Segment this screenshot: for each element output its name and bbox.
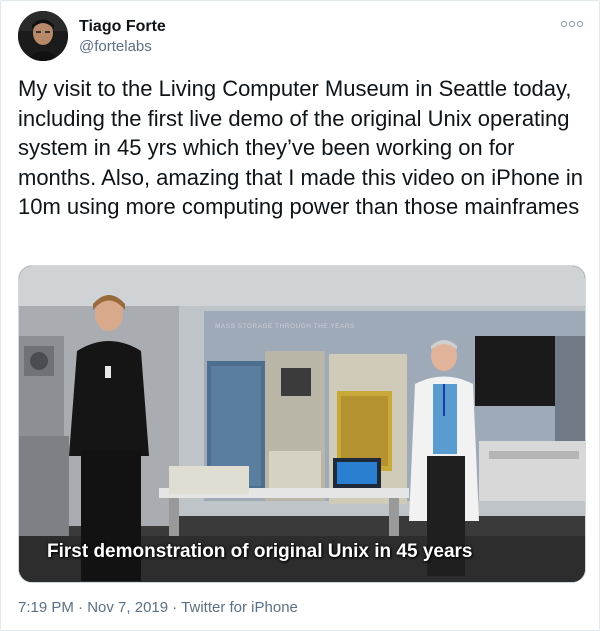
- tweet-card: Tiago Forte @fortelabs My visit to the L…: [0, 0, 600, 631]
- avatar-image: [18, 11, 68, 61]
- tweet-source[interactable]: Twitter for iPhone: [181, 599, 298, 616]
- video-wall-label: MASS STORAGE THROUGH THE YEARS: [215, 323, 355, 330]
- author-display-name[interactable]: Tiago Forte: [79, 17, 166, 37]
- tweet-video[interactable]: MASS STORAGE THROUGH THE YEARS First dem…: [18, 265, 586, 583]
- more-options-icon[interactable]: [561, 18, 583, 30]
- author-names: Tiago Forte @fortelabs: [79, 17, 166, 56]
- more-dot: [569, 21, 575, 27]
- tweet-header: Tiago Forte @fortelabs: [18, 11, 166, 61]
- meta-separator: ·: [73, 599, 88, 616]
- tweet-meta: 7:19 PM · Nov 7, 2019 · Twitter for iPho…: [18, 599, 298, 616]
- meta-separator: ·: [168, 599, 182, 616]
- video-caption: First demonstration of original Unix in …: [47, 541, 473, 562]
- video-frame: [19, 266, 585, 582]
- tweet-time[interactable]: 7:19 PM: [18, 599, 74, 616]
- more-dot: [577, 21, 583, 27]
- avatar[interactable]: [18, 11, 68, 61]
- tweet-text: My visit to the Living Computer Museum i…: [18, 76, 583, 219]
- tweet-date[interactable]: Nov 7, 2019: [87, 599, 168, 616]
- more-dot: [561, 21, 567, 27]
- author-handle[interactable]: @fortelabs: [79, 37, 166, 56]
